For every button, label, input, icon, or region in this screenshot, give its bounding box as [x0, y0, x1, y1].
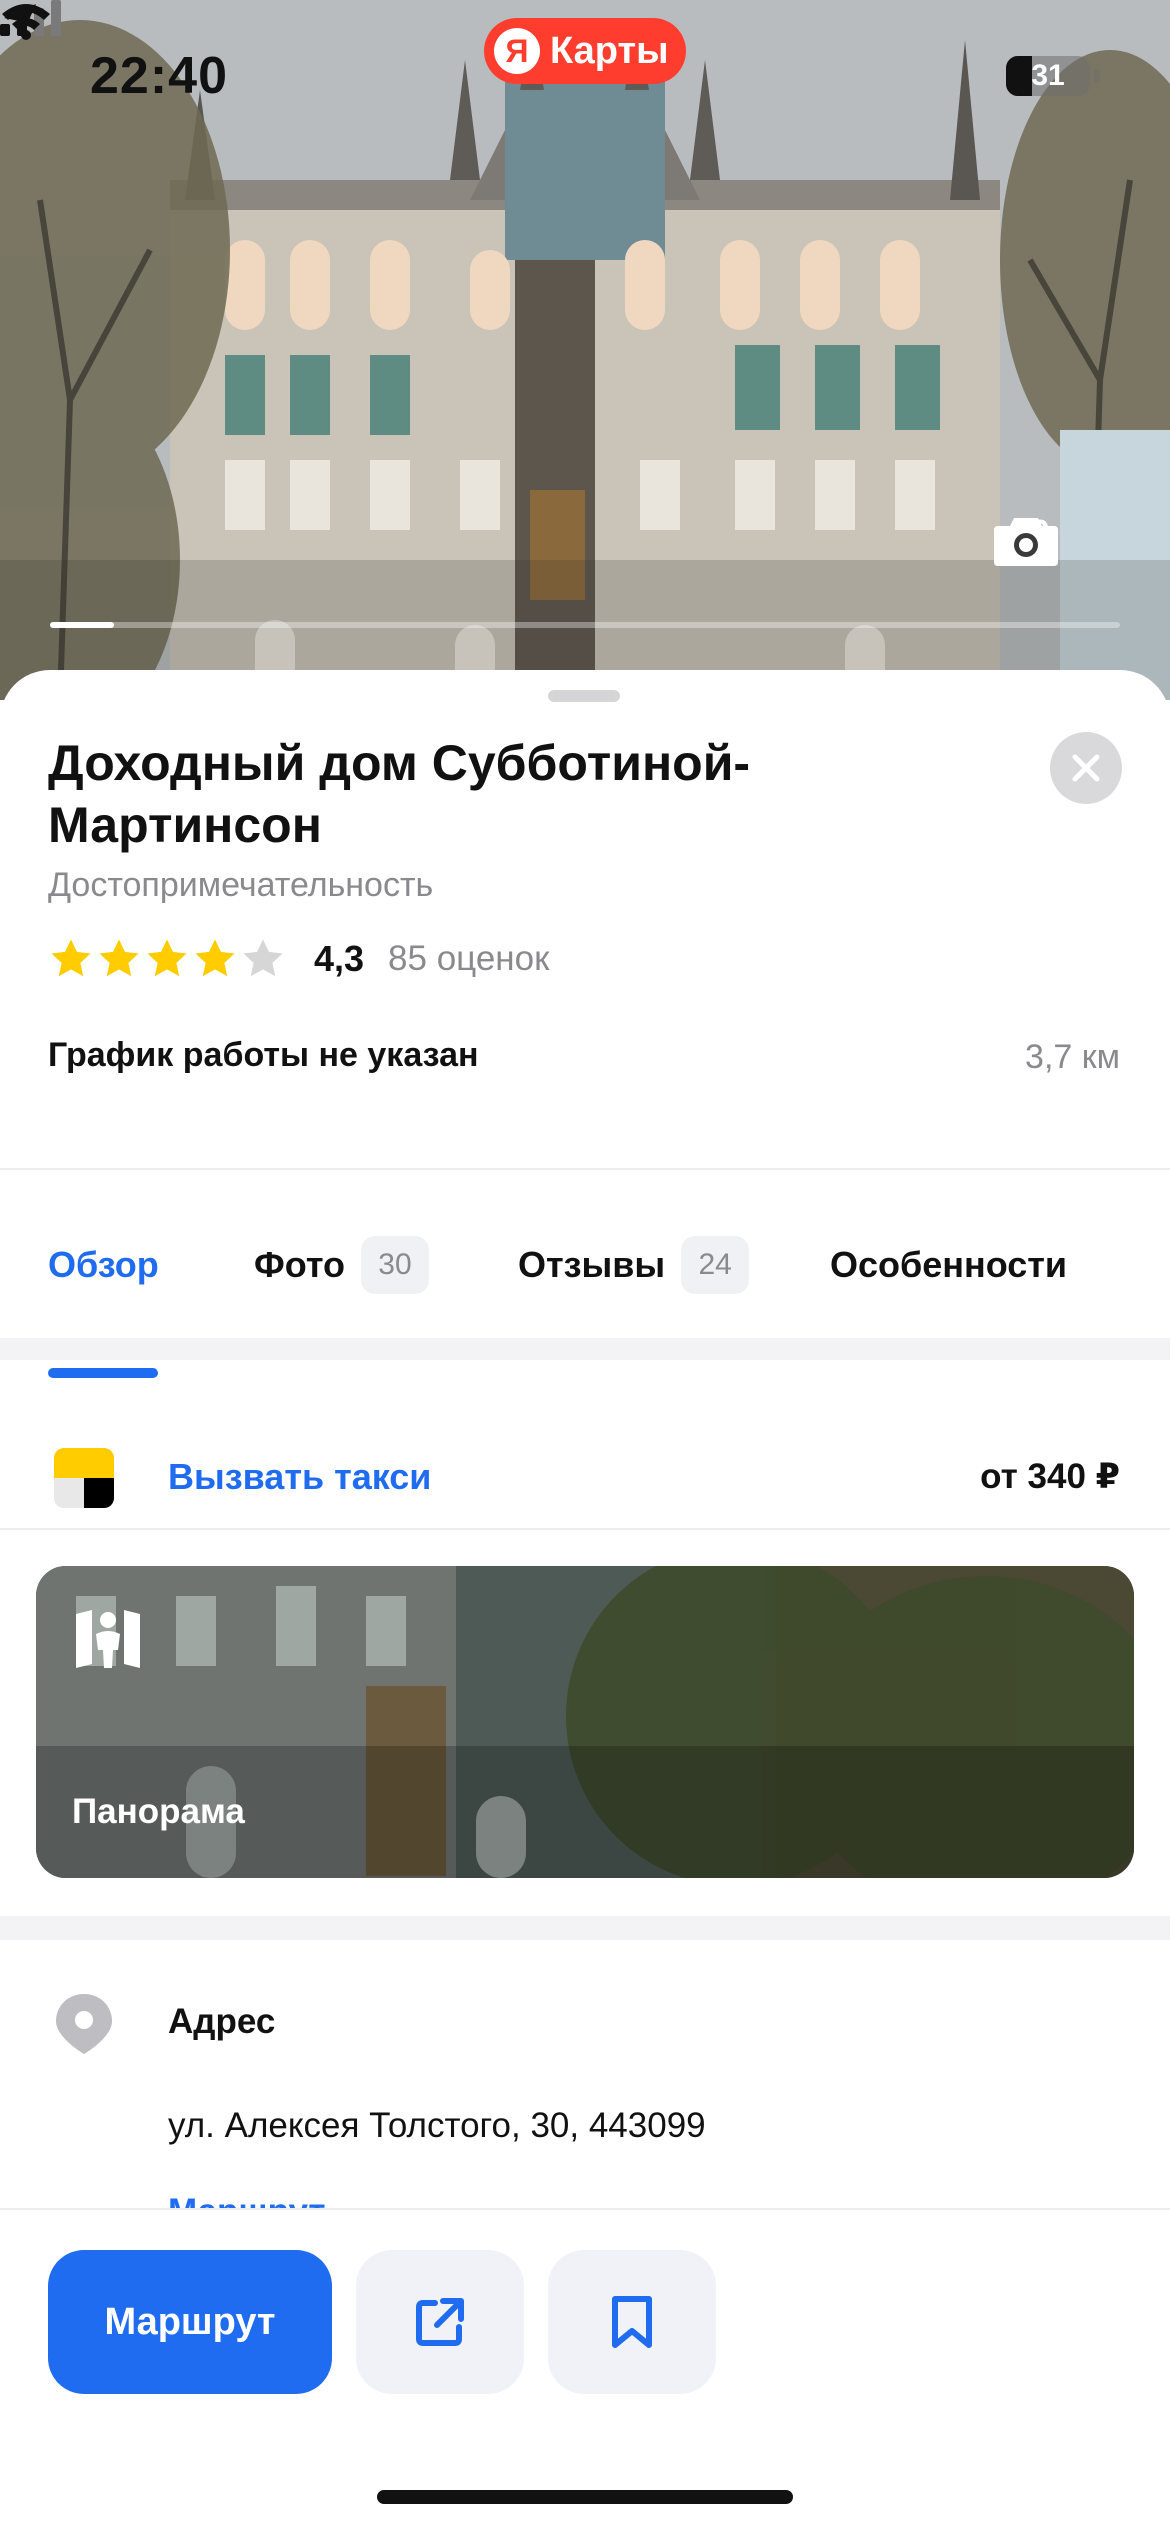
sheet-grabber[interactable]	[548, 690, 620, 702]
location-pin-icon	[56, 1994, 112, 2054]
star-icon	[51, 939, 91, 977]
hero-photo[interactable]: 22:40 Я Карты 31 30	[0, 0, 1170, 700]
status-bar: 22:40 Я Карты 31	[0, 0, 1170, 140]
active-tab-indicator	[48, 1368, 158, 1378]
rating-stars	[48, 936, 288, 982]
taxi-row[interactable]: Вызвать такси от 340 ₽	[0, 1392, 1170, 1562]
bookmark-button[interactable]	[548, 2250, 716, 2394]
bookmark-icon	[612, 2296, 652, 2348]
place-title: Доходный дом Субботиной-Мартинсон	[48, 735, 751, 853]
call-taxi-link[interactable]: Вызвать такси	[168, 1392, 431, 1562]
star-icon	[99, 939, 139, 977]
tab-features-label: Особенности	[830, 1244, 1068, 1285]
divider	[0, 1528, 1170, 1530]
tab-overview[interactable]: Обзор	[48, 1210, 159, 1320]
section-separator	[0, 1338, 1170, 1360]
working-hours: График работы не указан	[48, 1036, 479, 1074]
rating-value: 4,3	[314, 938, 365, 979]
camera-icon	[994, 518, 1058, 566]
route-button[interactable]: Маршрут	[48, 2250, 332, 2394]
section-separator	[0, 1916, 1170, 1940]
tab-photos-badge: 30	[360, 1236, 429, 1294]
close-icon	[1072, 754, 1100, 782]
photo-counter[interactable]: 30	[994, 512, 1058, 566]
tab-reviews[interactable]: Отзывы 24	[518, 1210, 750, 1320]
bottom-action-bar: Маршрут	[0, 2208, 1170, 2532]
wifi-icon	[2, 4, 50, 40]
rating-row[interactable]: 4,3 85 оценок	[48, 932, 549, 986]
taxi-logo-icon	[54, 1448, 114, 1508]
share-button[interactable]	[356, 2250, 524, 2394]
battery-icon: 31	[1006, 56, 1090, 96]
share-icon	[416, 2298, 464, 2346]
address-value[interactable]: ул. Алексея Толстого, 30, 443099	[168, 2106, 706, 2146]
panorama-icon	[76, 1610, 140, 1668]
back-to-app-pill[interactable]: Я Карты	[484, 18, 686, 84]
yandex-logo: Я	[494, 28, 540, 74]
place-category: Достопримечательность	[48, 866, 434, 904]
tab-photos-label: Фото	[254, 1244, 345, 1285]
address-section: Адрес ул. Алексея Толстого, 30, 443099 М…	[0, 1940, 1170, 2240]
distance: 3,7 км	[1025, 1038, 1120, 1076]
star-icon	[243, 939, 283, 977]
divider	[0, 1168, 1170, 1170]
tab-bar: Обзор Фото 30 Отзывы 24 Особенности	[0, 1210, 1170, 1320]
tab-reviews-label: Отзывы	[518, 1244, 666, 1285]
status-time: 22:40	[90, 47, 228, 105]
panorama-card[interactable]: Панорама	[36, 1566, 1134, 1878]
battery-cap	[1094, 69, 1100, 83]
address-title: Адрес	[168, 2002, 276, 2041]
close-button[interactable]	[1050, 732, 1122, 804]
tab-features[interactable]: Особенности	[830, 1210, 1067, 1320]
rating-count: 85 оценок	[388, 939, 550, 978]
taxi-price: от 340 ₽	[980, 1457, 1120, 1496]
tab-reviews-badge: 24	[681, 1236, 750, 1294]
star-icon	[147, 939, 187, 977]
battery-level: 31	[1031, 59, 1065, 92]
app-pill-label: Карты	[550, 29, 669, 72]
tab-overview-label: Обзор	[48, 1244, 159, 1285]
panorama-label: Панорама	[72, 1792, 245, 1831]
photo-progress-track	[50, 622, 1120, 628]
tab-photos[interactable]: Фото 30	[254, 1210, 429, 1320]
star-icon	[195, 939, 235, 977]
home-indicator[interactable]	[377, 2490, 793, 2504]
photo-progress-fill	[50, 622, 115, 628]
